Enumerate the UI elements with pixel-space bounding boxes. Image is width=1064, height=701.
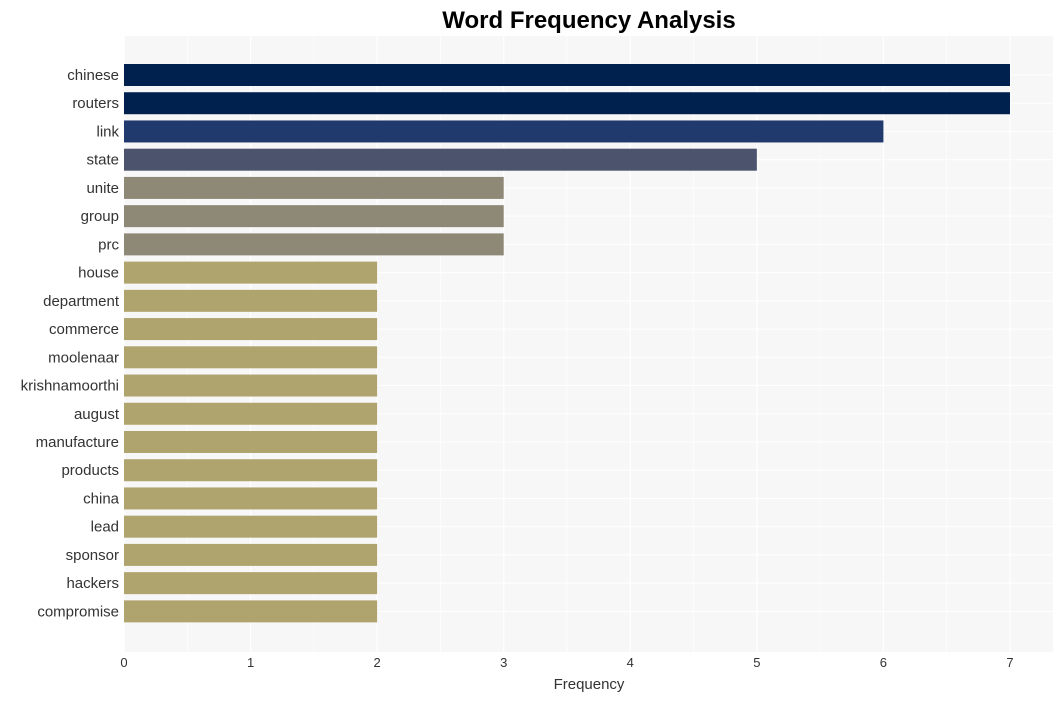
- y-tick-label: sponsor: [66, 547, 119, 564]
- x-tick-label: 2: [374, 655, 381, 670]
- y-axis-tick-labels: chinese routers link state unite group prc hous…: [21, 67, 120, 620]
- bar-state: [124, 148, 757, 171]
- bar-link: [124, 120, 884, 143]
- bar-chinese: [124, 64, 1010, 86]
- y-tick-label: lead: [91, 519, 119, 536]
- x-tick-label: 3: [500, 655, 507, 670]
- x-tick-label: 5: [753, 655, 760, 670]
- y-tick-label: hackers: [66, 575, 119, 592]
- y-tick-label: state: [86, 152, 119, 169]
- bar-house: [124, 261, 378, 284]
- y-tick-label: products: [61, 462, 119, 479]
- bar-august: [124, 402, 378, 425]
- y-tick-label: link: [96, 123, 119, 140]
- x-tick-label: 6: [880, 655, 887, 670]
- chart-title: Word Frequency Analysis: [442, 7, 735, 34]
- x-axis-label: Frequency: [554, 676, 625, 693]
- x-tick-label: 0: [120, 655, 127, 670]
- y-tick-label: prc: [98, 236, 119, 253]
- y-tick-label: krishnamoorthi: [21, 378, 119, 395]
- y-tick-label: august: [74, 406, 120, 423]
- bar-commerce: [124, 318, 378, 341]
- y-tick-label: compromise: [37, 603, 119, 620]
- y-tick-label: manufacture: [36, 434, 119, 451]
- bar-products: [124, 459, 378, 482]
- y-tick-label: house: [78, 265, 119, 282]
- bar-china: [124, 487, 378, 510]
- y-tick-label: group: [81, 208, 119, 225]
- bar-group: [124, 205, 504, 228]
- y-tick-label: commerce: [49, 321, 119, 338]
- y-tick-label: moolenaar: [48, 349, 119, 366]
- bar-sponsor: [124, 543, 378, 566]
- bar-lead: [124, 515, 378, 538]
- bar-unite: [124, 176, 504, 199]
- bar-department: [124, 289, 378, 312]
- x-axis-tick-labels: 0 1 2 3 4 5 6 7: [120, 655, 1013, 670]
- bar-manufacture: [124, 430, 378, 453]
- bar-krishnamoorthi: [124, 374, 378, 397]
- y-tick-label: china: [83, 490, 120, 507]
- y-tick-label: unite: [86, 180, 119, 197]
- bar-prc: [124, 233, 504, 256]
- bar-moolenaar: [124, 346, 378, 369]
- bar-compromise: [124, 600, 378, 623]
- word-frequency-chart: Word Frequency Analysis chinese routers li…: [21, 7, 1053, 693]
- x-tick-label: 4: [627, 655, 634, 670]
- y-tick-label: chinese: [67, 67, 119, 84]
- y-tick-label: routers: [72, 95, 119, 112]
- bar-routers: [124, 92, 1010, 115]
- x-tick-label: 7: [1006, 655, 1013, 670]
- y-tick-label: department: [43, 293, 120, 310]
- x-tick-label: 1: [247, 655, 254, 670]
- bar-hackers: [124, 572, 378, 595]
